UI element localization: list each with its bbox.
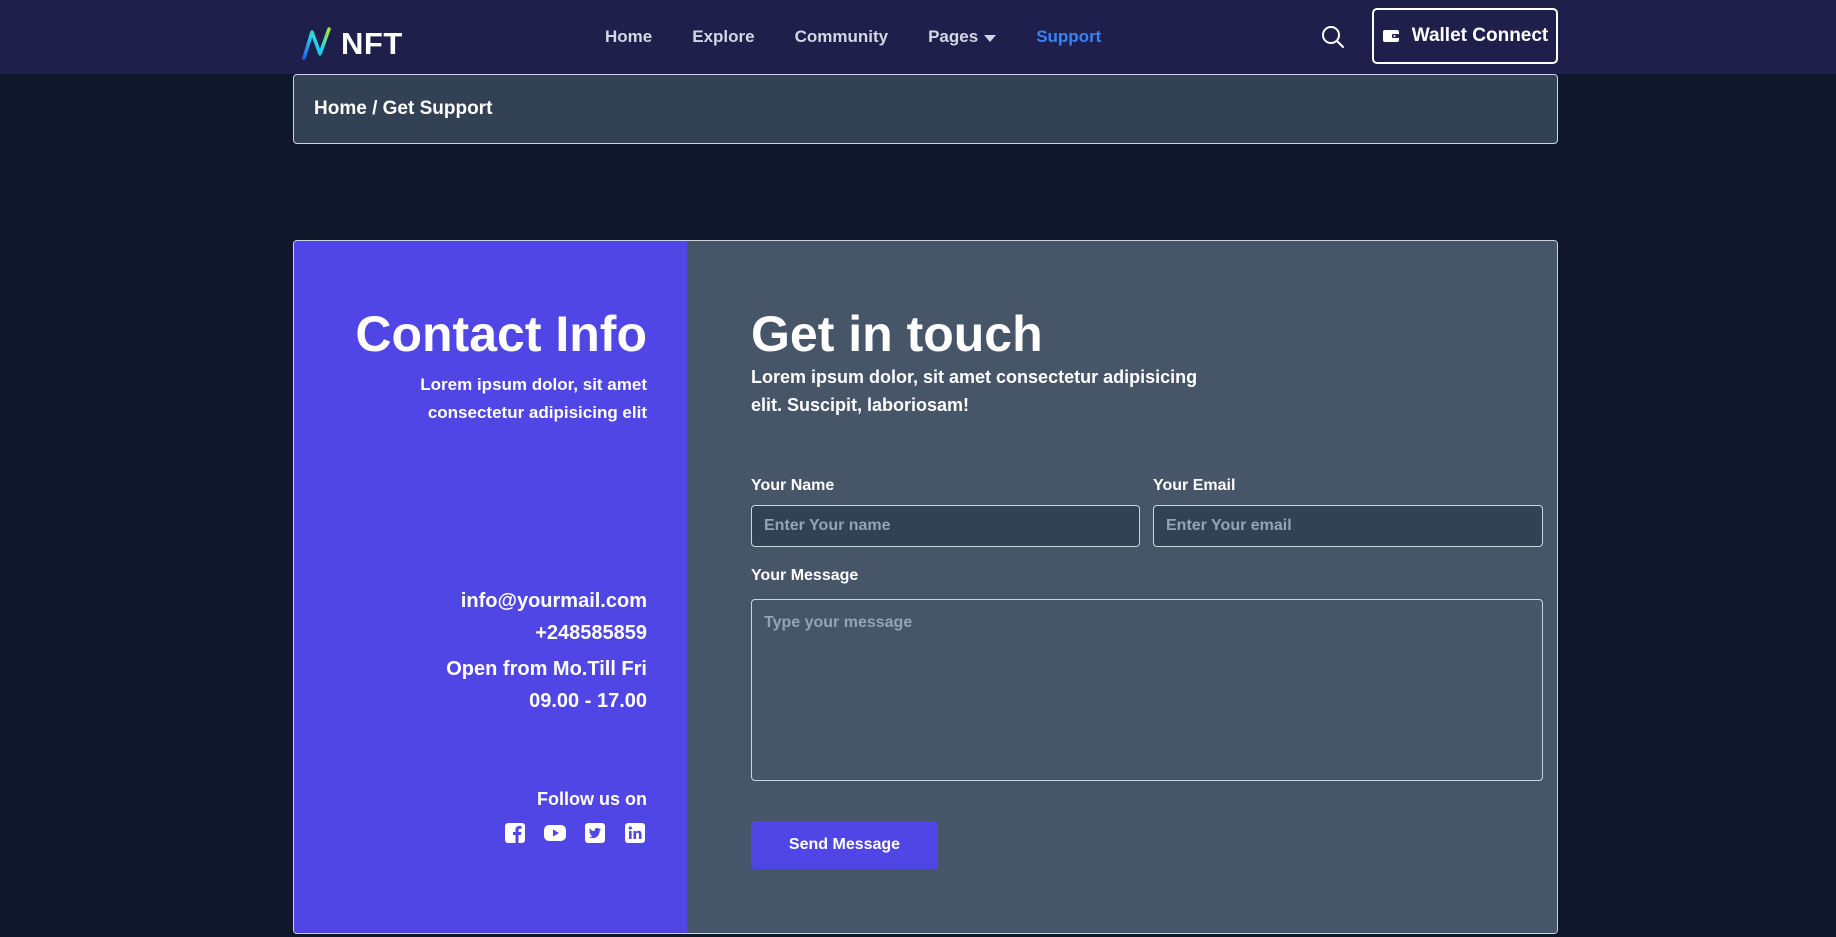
logo[interactable]: NFT [301,26,403,62]
linkedin-icon[interactable] [623,821,647,845]
contact-info-panel: Contact Info Lorem ipsum dolor, sit amet… [294,241,687,933]
facebook-icon[interactable] [503,821,527,845]
nft-logo-icon [302,27,331,60]
name-label: Your Name [751,477,835,494]
email-label: Your Email [1153,477,1236,494]
wallet-connect-button[interactable]: Wallet Connect [1372,8,1558,64]
contact-card: Contact Info Lorem ipsum dolor, sit amet… [293,240,1558,934]
nav-link-home[interactable]: Home [605,27,652,47]
nav-links: Home Explore Community Pages Support [605,27,1141,47]
twitter-icon[interactable] [583,821,607,845]
caret-down-icon [984,34,997,42]
open-days: Open from Mo.Till Fri [446,658,647,680]
contact-details: info@yourmail.com +248585859 Open from M… [446,585,647,717]
breadcrumb: Home / Get Support [293,74,1558,144]
social-links [503,821,647,845]
nav-link-support[interactable]: Support [1036,27,1101,47]
contact-email[interactable]: info@yourmail.com [446,585,647,617]
message-label: Your Message [751,567,859,584]
nav-link-explore[interactable]: Explore [692,27,754,47]
name-input[interactable] [751,505,1140,547]
form-subtitle: Lorem ipsum dolor, sit amet consectetur … [751,367,1198,415]
youtube-icon[interactable] [543,821,567,845]
nav-link-community[interactable]: Community [795,27,889,47]
contact-info-title: Contact Info [355,306,647,362]
nav-link-pages[interactable]: Pages [928,27,997,47]
message-textarea[interactable] [751,599,1543,781]
send-message-button[interactable]: Send Message [751,821,938,869]
follow-label: Follow us on [537,789,647,809]
open-hours: 09.00 - 17.00 [529,690,647,712]
wallet-connect-label: Wallet Connect [1411,25,1549,46]
search-icon[interactable] [1320,24,1346,50]
contact-info-subtitle: Lorem ipsum dolor, sit amet consectetur … [420,375,647,422]
navbar: NFT Home Explore Community Pages Support… [0,0,1836,74]
contact-phone[interactable]: +248585859 [446,617,647,649]
logo-text: NFT [341,26,403,61]
form-title: Get in touch [751,306,1043,362]
wallet-icon [1382,30,1399,42]
nav-link-pages-label: Pages [928,27,979,46]
contact-form-panel: Get in touch Lorem ipsum dolor, sit amet… [687,241,1557,933]
email-input[interactable] [1153,505,1543,547]
